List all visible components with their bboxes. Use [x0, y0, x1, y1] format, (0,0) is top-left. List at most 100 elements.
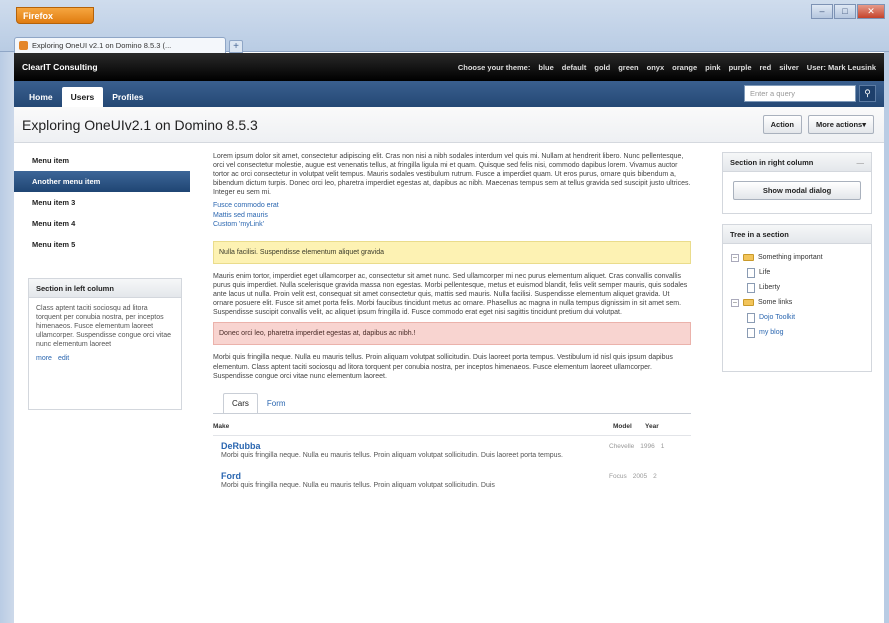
tree-node[interactable]: – Something important [731, 250, 863, 265]
car-rating: 1 [660, 442, 665, 450]
theme-link-8[interactable]: purple [729, 63, 752, 72]
close-icon[interactable]: ✕ [857, 4, 885, 19]
left-section-links: more edit [29, 355, 181, 362]
tree-node[interactable]: Life [731, 265, 863, 280]
theme-link-11[interactable]: User: Mark Leusink [807, 63, 876, 72]
browser-tab[interactable]: Exploring OneUI v2.1 on Domino 8.5.3 (..… [14, 37, 226, 53]
theme-link-7[interactable]: pink [705, 63, 720, 72]
column-header-make[interactable]: Make [213, 422, 613, 431]
theme-link-5[interactable]: onyx [647, 63, 665, 72]
main-content: Lorem ipsum dolor sit amet, consectetur … [213, 152, 691, 496]
collapse-icon[interactable]: — [857, 158, 865, 167]
show-modal-dialog-button[interactable]: Show modal dialog [733, 181, 861, 200]
more-link[interactable]: more [36, 355, 52, 362]
minimize-icon[interactable]: – [811, 4, 833, 19]
menu-item-3[interactable]: Menu item 3 [14, 192, 190, 213]
maximize-icon[interactable]: □ [834, 4, 856, 19]
search-input[interactable]: Enter a query [744, 85, 856, 102]
page-title: Exploring OneUIv2.1 on Domino 8.5.3 [22, 117, 258, 133]
table-row: Ford Morbi quis fringilla neque. Nulla e… [213, 466, 691, 496]
theme-link-9[interactable]: red [760, 63, 772, 72]
browser-frame-left [0, 52, 14, 623]
menu-item-2[interactable]: Another menu item [14, 171, 190, 192]
menu-item-1[interactable]: Menu item [14, 150, 190, 171]
column-header-year[interactable]: Year [645, 422, 691, 431]
document-icon [747, 282, 755, 293]
tree-toggle-icon[interactable]: – [731, 253, 739, 262]
document-icon [747, 312, 755, 323]
tree-node-label: Something important [758, 254, 823, 261]
firefox-menu-button[interactable]: Firefox [16, 7, 94, 24]
content-link-3[interactable]: Custom 'myLink' [213, 220, 691, 229]
app-brand[interactable]: ClearIT Consulting [22, 62, 98, 72]
content-links: Fusce commodo erat Mattis sed mauris Cus… [213, 201, 691, 228]
tree: – Something important Life Liberty – Some lin… [723, 244, 871, 346]
content-tabs: Cars Form [213, 392, 691, 414]
body-paragraph-2: Morbi quis fringilla neque. Nulla eu mau… [213, 354, 673, 380]
menu-item-4[interactable]: Menu item 4 [14, 213, 190, 234]
action-button[interactable]: Action [762, 115, 802, 134]
car-meta: Focus 2005 2 [609, 472, 657, 481]
theme-link-1[interactable]: blue [538, 63, 553, 72]
body-paragraph: Mauris enim tortor, imperdiet eget ullam… [213, 272, 688, 317]
tree-node-label: my blog [759, 329, 784, 336]
right-section-header: Section in right column — [723, 153, 871, 172]
title-actions: Action More actions▾ [762, 115, 874, 134]
column-header-model[interactable]: Model [613, 422, 645, 431]
error-message: Donec orci leo, pharetra imperdiet egest… [213, 322, 691, 346]
browser-tab-title: Exploring OneUI v2.1 on Domino 8.5.3 (..… [32, 41, 172, 50]
car-description: Morbi quis fringilla neque. Nulla eu mau… [221, 481, 495, 489]
right-section-title: Section in right column [730, 158, 814, 167]
car-description: Morbi quis fringilla neque. Nulla eu mau… [221, 451, 564, 459]
car-year: 1996 [640, 442, 655, 450]
document-icon [747, 267, 755, 278]
tree-node[interactable]: Dojo Toolkit [731, 310, 863, 325]
tab-cars[interactable]: Cars [223, 392, 258, 413]
theme-link-3[interactable]: gold [594, 63, 610, 72]
tree-section-title: Tree in a section [723, 225, 871, 244]
theme-link-4[interactable]: green [618, 63, 638, 72]
theme-link-0[interactable]: Choose your theme: [458, 63, 531, 72]
nav-tab-home[interactable]: Home [20, 87, 62, 107]
app-banner: ClearIT Consulting Choose your theme: blu… [14, 53, 884, 81]
modal-button-wrap: Show modal dialog [723, 172, 871, 209]
tree-section: Tree in a section – Something important Li… [722, 224, 872, 372]
right-column-section: Section in right column — Show modal dia… [722, 152, 872, 214]
content-link-1[interactable]: Fusce commodo erat [213, 201, 691, 210]
left-navigation: Menu item Another menu item Menu item 3 … [14, 150, 190, 255]
tree-node[interactable]: – Some links [731, 295, 863, 310]
tree-node-label: Life [759, 269, 771, 276]
tree-node-label: Liberty [759, 284, 781, 291]
tree-toggle-icon[interactable]: – [731, 298, 739, 307]
intro-paragraph: Lorem ipsum dolor sit amet, consectetur … [213, 153, 691, 197]
table-row: DeRubba Morbi quis fringilla neque. Null… [213, 436, 691, 466]
theme-link-10[interactable]: silver [779, 63, 799, 72]
car-model: Focus [609, 472, 627, 480]
theme-link-6[interactable]: orange [672, 63, 697, 72]
edit-link[interactable]: edit [58, 355, 69, 362]
tree-node[interactable]: Liberty [731, 280, 863, 295]
content-link-2[interactable]: Mattis sed mauris [213, 211, 691, 220]
document-icon [747, 327, 755, 338]
car-model: Chevelle [609, 442, 635, 450]
folder-icon [743, 254, 754, 261]
warning-message: Nulla facilisi. Suspendisse elementum al… [213, 240, 691, 264]
nav-tab-users[interactable]: Users [61, 87, 104, 107]
theme-links: Choose your theme: blue default gold green on… [458, 63, 876, 72]
tree-node[interactable]: my blog [731, 325, 863, 340]
table-header: Make Model Year [213, 414, 691, 436]
page-title-bar: Exploring OneUIv2.1 on Domino 8.5.3 Acti… [14, 107, 884, 143]
theme-link-2[interactable]: default [562, 63, 587, 72]
tree-node-label: Dojo Toolkit [759, 314, 796, 321]
title-bar-nav: Home Users Profiles Enter a query ⚲ [14, 81, 884, 107]
browser-titlebar: Firefox – □ ✕ Exploring OneUI v2.1 on Do… [0, 0, 889, 53]
left-column-section: Section in left column Class aptent taci… [28, 278, 182, 410]
favicon-icon [19, 41, 28, 50]
nav-tab-profiles[interactable]: Profiles [103, 87, 152, 107]
car-meta: Chevelle 1996 1 [609, 442, 664, 451]
menu-item-5[interactable]: Menu item 5 [14, 234, 190, 255]
tab-form[interactable]: Form [258, 393, 295, 413]
more-actions-button[interactable]: More actions▾ [807, 115, 874, 134]
new-tab-button[interactable]: + [229, 40, 243, 53]
search-icon[interactable]: ⚲ [859, 85, 876, 102]
